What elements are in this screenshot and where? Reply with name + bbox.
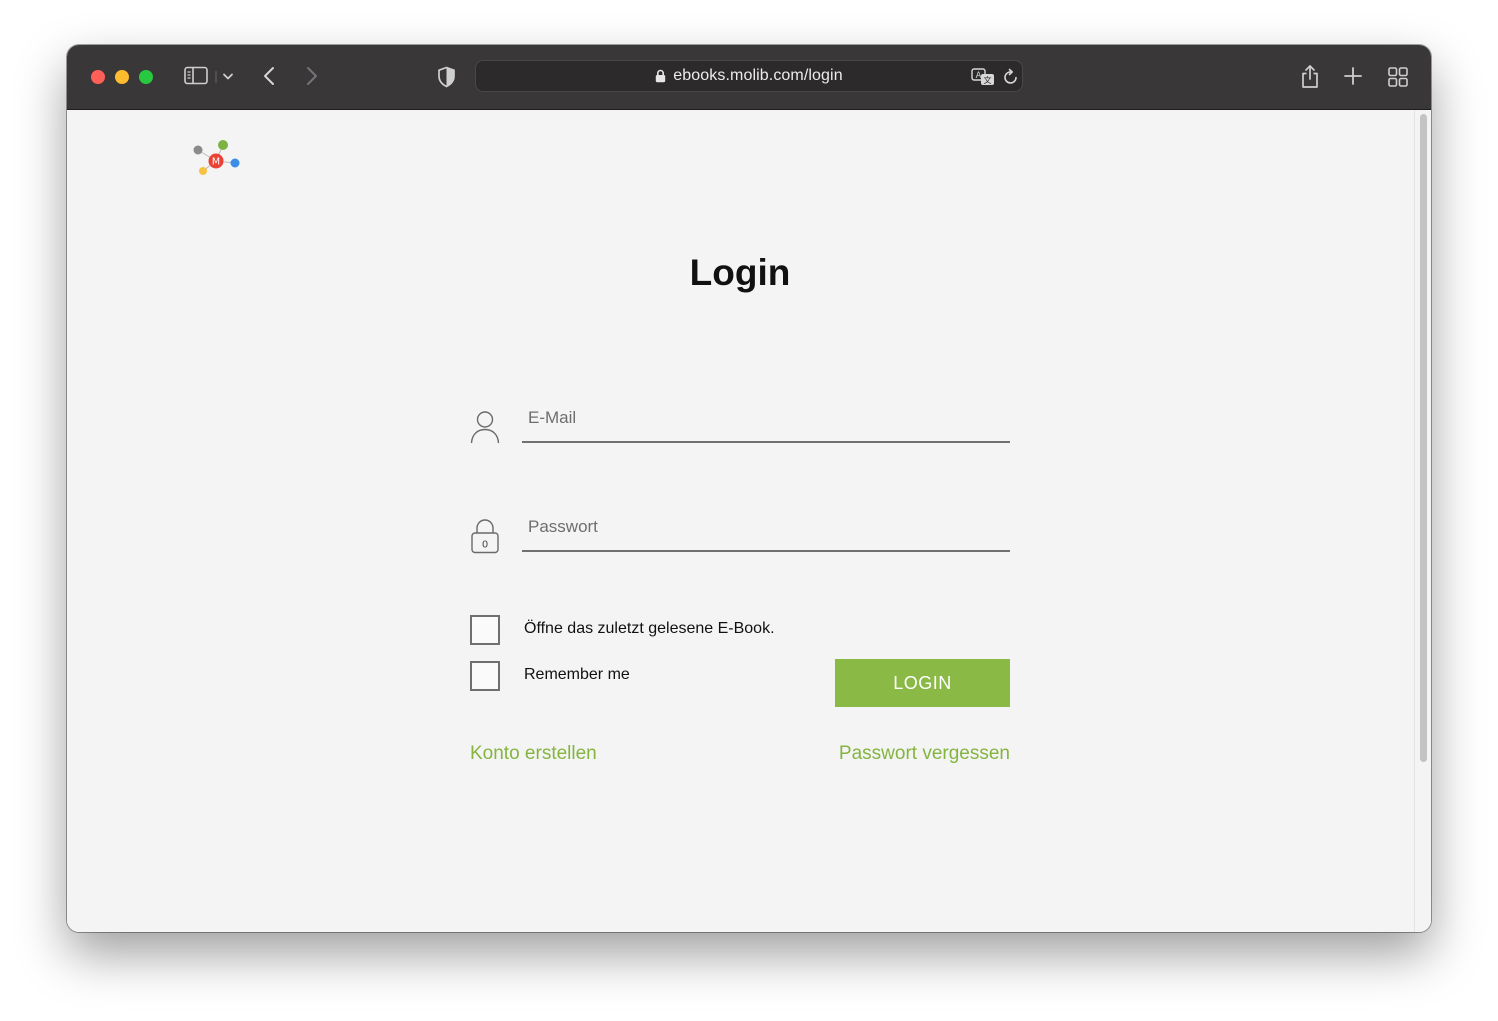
browser-window: ebooks.molib.com/login A 文 M Login E-Mai… [67, 45, 1431, 932]
share-icon[interactable] [1300, 63, 1320, 89]
lock-icon [656, 69, 666, 83]
open-last-ebook-label: Öffne das zuletzt gelesene E-Book. [524, 620, 775, 637]
forward-icon[interactable] [305, 66, 319, 88]
scrollbar-track[interactable] [1414, 110, 1431, 932]
open-last-ebook-checkbox[interactable] [470, 615, 500, 645]
email-field[interactable] [522, 395, 1010, 443]
close-window-button[interactable] [91, 70, 105, 84]
create-account-link[interactable]: Konto erstellen [470, 743, 597, 765]
tab-overview-icon[interactable] [1388, 67, 1408, 87]
page-title: Login [689, 252, 791, 293]
remember-me-checkbox[interactable] [470, 661, 500, 691]
svg-text:文: 文 [984, 75, 992, 85]
password-field[interactable] [522, 504, 1010, 552]
translate-icon[interactable]: A 文 [971, 68, 995, 86]
logo-letter: M [212, 157, 220, 168]
chevron-down-icon[interactable] [215, 71, 243, 83]
padlock-digit: 0 [482, 540, 488, 551]
scrollbar-thumb[interactable] [1420, 114, 1427, 762]
login-page: M Login 0 Öffne das zuletzt gelesene E-B… [67, 110, 1431, 932]
user-icon [470, 411, 500, 444]
reload-icon[interactable] [1003, 68, 1019, 86]
molib-logo[interactable]: M [189, 138, 245, 182]
zoom-window-button[interactable] [139, 70, 153, 84]
login-button[interactable]: LOGIN [835, 659, 1010, 707]
minimize-window-button[interactable] [115, 70, 129, 84]
address-bar[interactable]: ebooks.molib.com/login A 文 [475, 60, 1023, 92]
padlock-icon: 0 [471, 519, 499, 554]
browser-toolbar: ebooks.molib.com/login A 文 [67, 45, 1431, 110]
back-icon[interactable] [262, 66, 276, 88]
url-text: ebooks.molib.com/login [673, 67, 843, 84]
password-input[interactable] [528, 504, 998, 550]
new-tab-icon[interactable] [1344, 67, 1362, 85]
sidebar-icon[interactable] [184, 66, 209, 86]
shield-icon[interactable] [437, 66, 456, 88]
email-input[interactable] [528, 395, 998, 441]
forgot-password-link[interactable]: Passwort vergessen [839, 743, 1010, 765]
remember-me-label: Remember me [524, 666, 630, 683]
svg-text:A: A [976, 71, 982, 81]
